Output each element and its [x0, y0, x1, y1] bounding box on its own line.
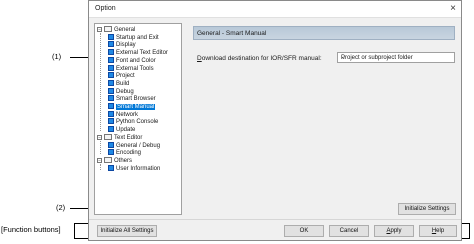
tree-item-label: Startup and Exit	[116, 34, 159, 41]
tree-group[interactable]: − Others	[97, 156, 133, 165]
page-icon	[108, 56, 114, 63]
tree-item-label: User Information	[116, 165, 161, 172]
tree-item[interactable]: Network	[108, 110, 139, 119]
tree-item-label: Debug	[116, 88, 134, 95]
tree-item[interactable]: Debug	[108, 87, 134, 96]
page-icon	[108, 49, 114, 56]
tree-item[interactable]: External Tools	[108, 64, 154, 73]
tree-connector-line	[100, 163, 101, 170]
tree-item-label: Font and Color	[116, 57, 156, 64]
download-destination-label: Download destination for IOR/SFR manual:	[197, 55, 322, 62]
page-icon	[108, 64, 114, 71]
page-icon	[108, 118, 114, 125]
initialize-settings-button[interactable]: Initialize Settings	[398, 203, 456, 215]
tree-item-label: Others	[114, 157, 133, 164]
tree-item[interactable]: Update	[108, 126, 135, 134]
collapse-icon[interactable]: −	[97, 157, 102, 163]
page-icon	[108, 95, 114, 102]
callout-label-1: (1)	[52, 52, 62, 61]
tree-item-label: Build	[116, 80, 130, 87]
tree-item[interactable]: Python Console	[108, 118, 158, 126]
tree-item[interactable]: Display	[108, 41, 136, 49]
page-icon	[108, 33, 114, 40]
footer-separator	[89, 219, 461, 220]
tree-item[interactable]: Font and Color	[108, 56, 156, 65]
tree-item-label: Smart Manual	[116, 104, 156, 110]
tree-item-label: General / Debug	[116, 142, 161, 149]
download-destination-text: ownload destination for IOR/SFR manual:	[201, 55, 322, 62]
apply-text: pply	[390, 228, 402, 234]
help-text: elp	[436, 228, 445, 234]
ok-button[interactable]: OK	[284, 225, 324, 237]
tree-item[interactable]: Build	[108, 79, 130, 88]
page-icon	[108, 149, 114, 156]
page-icon	[108, 79, 114, 86]
page-icon	[108, 41, 114, 48]
collapse-icon[interactable]: −	[97, 27, 102, 32]
folder-icon	[104, 156, 112, 163]
tree-item-label: Encoding	[116, 150, 142, 157]
tree-item-label: Smart Browser	[116, 96, 156, 103]
tree-group[interactable]: − Text Editor	[97, 133, 143, 142]
initialize-all-settings-button[interactable]: Initialize All Settings	[97, 225, 157, 237]
page-header: General - Smart Manual	[193, 26, 455, 40]
tree-item[interactable]: Encoding	[108, 149, 141, 157]
page-icon	[108, 87, 114, 94]
tree-item[interactable]: Smart Browser	[108, 95, 156, 103]
tree-connector-line	[100, 33, 101, 132]
download-destination-select[interactable]: Project or subproject folder ⌄	[337, 52, 455, 63]
tree-group[interactable]: − General	[97, 26, 135, 34]
tree-item-label: External Text Editor	[116, 50, 168, 57]
tree-item-label: Text Editor	[114, 134, 143, 141]
folder-icon	[104, 26, 112, 32]
tree-item-label: External Tools	[116, 65, 154, 72]
tree-item[interactable]: Startup and Exit	[108, 33, 159, 42]
page-icon	[108, 72, 114, 79]
tree-item[interactable]: Smart Manual	[108, 103, 156, 111]
category-tree[interactable]: − General Startup and Exit Display External …	[94, 23, 182, 215]
page-header-title: General - Smart Manual	[197, 30, 267, 37]
window-title: Option	[95, 5, 116, 12]
page-icon	[108, 164, 114, 171]
tree-item[interactable]: User Information	[108, 164, 161, 173]
tree-item-label: Project	[116, 73, 135, 80]
tree-item-label: General	[114, 27, 136, 33]
option-dialog: Option × − General Startup and Exit Display…	[88, 0, 462, 241]
collapse-icon[interactable]: −	[97, 134, 102, 140]
help-button[interactable]: Help	[419, 225, 457, 237]
tree-item-label: Display	[116, 42, 136, 49]
page-icon	[108, 103, 114, 109]
page-icon	[108, 110, 114, 117]
tree-connector-line	[100, 140, 101, 155]
title-bar: Option ×	[89, 1, 461, 18]
page-icon	[108, 141, 114, 148]
folder-icon	[104, 133, 112, 140]
tree-item-label: Update	[116, 127, 136, 134]
tree-item[interactable]: Project	[108, 72, 135, 80]
chevron-down-icon: ⌄	[341, 55, 347, 61]
function-buttons-label: [Function buttons]	[1, 225, 61, 234]
page-icon	[108, 126, 114, 133]
tree-item[interactable]: General / Debug	[108, 141, 161, 150]
tree-item[interactable]: External Text Editor	[108, 49, 168, 57]
tree-item-label: Network	[116, 111, 139, 118]
tree-item-label: Python Console	[116, 119, 159, 126]
close-icon[interactable]: ×	[450, 3, 456, 15]
cancel-button[interactable]: Cancel	[329, 225, 369, 237]
callout-label-2: (2)	[56, 203, 66, 212]
apply-button[interactable]: Apply	[374, 225, 414, 237]
